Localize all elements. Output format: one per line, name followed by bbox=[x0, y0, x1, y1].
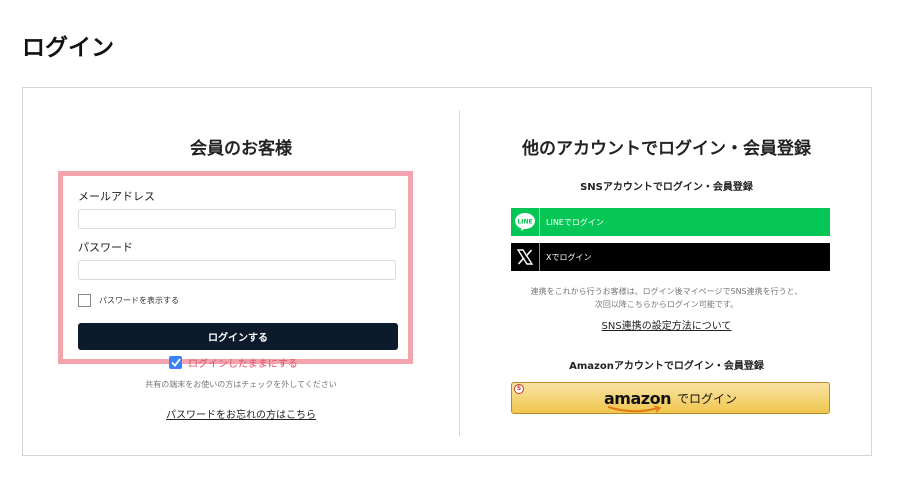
forgot-password-link[interactable]: パスワードをお忘れの方はこちら bbox=[23, 406, 459, 421]
show-password-toggle[interactable]: パスワードを表示する bbox=[78, 294, 179, 307]
email-label: メールアドレス bbox=[78, 190, 155, 203]
x-logo-icon bbox=[511, 243, 540, 271]
sns-setup-link[interactable]: SNS連携の設定方法について bbox=[460, 317, 873, 332]
show-password-label: パスワードを表示する bbox=[99, 296, 179, 305]
password-label: パスワード bbox=[78, 241, 133, 254]
login-panel: 会員のお客様 メールアドレス パスワード パスワードを表示する ログインする ロ… bbox=[22, 87, 872, 456]
page-title: ログイン bbox=[22, 35, 114, 61]
amazon-logo: amazon bbox=[604, 389, 671, 413]
x-login-button[interactable]: Xでログイン bbox=[511, 243, 830, 271]
line-login-button[interactable]: LINE LINEでログイン bbox=[511, 208, 830, 236]
amazon-login-label: でログイン bbox=[676, 391, 737, 406]
checkmark-icon bbox=[170, 358, 181, 367]
stay-logged-in-label: ログインしたままにする bbox=[188, 359, 298, 370]
amazon-badge: S bbox=[514, 384, 524, 394]
line-logo-icon: LINE bbox=[511, 208, 540, 236]
login-button[interactable]: ログインする bbox=[78, 323, 398, 350]
sns-link-note: 連携をこれから行うお客様は、ログイン後マイページでSNS連携を行うと、 次回以降… bbox=[460, 285, 873, 311]
password-input[interactable] bbox=[78, 260, 396, 280]
amazon-smile-icon bbox=[607, 405, 662, 413]
sns-note-line-2: 次回以降こちらからログイン可能です。 bbox=[594, 300, 739, 309]
sns-note-line-1: 連携をこれから行うお客様は、ログイン後マイページでSNS連携を行うと、 bbox=[530, 287, 803, 296]
stay-logged-in-checkbox[interactable] bbox=[169, 356, 182, 369]
email-input[interactable] bbox=[78, 209, 396, 229]
amazon-heading: Amazonアカウントでログイン・会員登録 bbox=[569, 361, 764, 372]
shared-device-note: 共有の端末をお使いの方はチェックを外してください bbox=[145, 380, 337, 389]
show-password-checkbox[interactable] bbox=[78, 294, 91, 307]
line-logo-text: LINE bbox=[517, 219, 532, 226]
login-form: メールアドレス パスワード パスワードを表示する ログインする bbox=[58, 171, 413, 364]
x-login-label: Xでログイン bbox=[546, 252, 592, 262]
stay-logged-in-toggle[interactable]: ログインしたままにする bbox=[169, 355, 298, 370]
sns-heading: SNSアカウントでログイン・会員登録 bbox=[580, 182, 753, 193]
amazon-login-button[interactable]: S amazon でログイン bbox=[511, 382, 830, 414]
line-login-label: LINEでログイン bbox=[546, 217, 604, 227]
other-account-section-title: 他のアカウントでログイン・会員登録 bbox=[522, 139, 811, 159]
member-section-title: 会員のお客様 bbox=[190, 139, 292, 159]
